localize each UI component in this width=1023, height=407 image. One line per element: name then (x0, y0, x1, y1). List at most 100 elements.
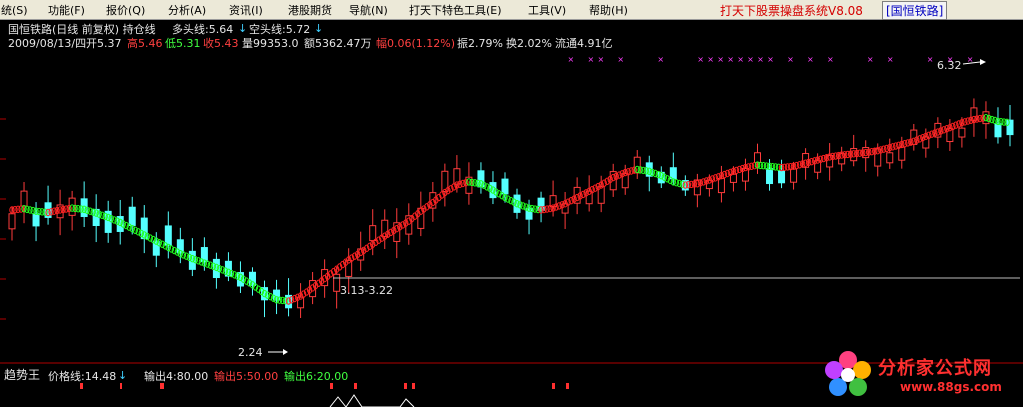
subpanel-out4: 输出4:80.00 (144, 370, 209, 383)
candle-body (369, 225, 377, 242)
candle-body (958, 127, 966, 138)
holding-line-point (168, 245, 175, 253)
menu-help[interactable]: 帮助(H) (589, 2, 628, 18)
header-volume: 量99353.0 (242, 37, 299, 50)
holding-line-point (484, 183, 490, 191)
menu-analysis[interactable]: 分析(A) (168, 2, 206, 18)
app-title: 打天下股票操盘系统V8.08 (720, 4, 863, 18)
menu-navigate[interactable]: 导航(N) (349, 2, 388, 18)
header-high: 高5.46 (127, 37, 163, 50)
header-amplitude: 振2.79% (457, 37, 503, 50)
menu-function[interactable]: 功能(F) (48, 2, 85, 18)
signal-bar (80, 383, 83, 389)
holding-line-point (147, 234, 153, 242)
signal-mark: × (867, 55, 874, 64)
holding-line-point (721, 170, 728, 179)
holding-line-point (159, 240, 166, 249)
signal-bar (160, 383, 164, 389)
header-open: 开5.37 (86, 37, 122, 50)
holding-line-point (219, 266, 226, 274)
price-down-arrow-icon: ↓ (118, 369, 128, 382)
candle-body (994, 123, 1002, 138)
header-kong-line: 空头线:5.72 (249, 23, 311, 36)
signal-marks: × × × × × × × × × × × × × × × × × × × × × (568, 55, 974, 64)
holding-line-point (568, 196, 574, 205)
low-price-label: 2.24 (238, 346, 263, 359)
signal-mark: × (617, 55, 624, 64)
menu-info[interactable]: 资讯(I) (229, 2, 263, 18)
subpanel-name: 趋势王 (4, 368, 41, 382)
holding-line-point (231, 271, 238, 279)
header-change: 幅0.06(1.12%) (376, 37, 456, 50)
signal-mark: × (737, 55, 744, 64)
holding-line-point (520, 202, 526, 210)
candle-body (790, 168, 798, 183)
duo-down-arrow-icon: ↓ (238, 22, 248, 35)
flower-logo-icon (825, 351, 871, 396)
holding-line-point (956, 120, 962, 128)
holding-line-point (508, 196, 514, 205)
site-logo: 分析家公式网 www.88gs.com (822, 348, 1012, 402)
holding-line-point (917, 135, 923, 143)
stock-tag: [国恒铁路] (882, 1, 948, 20)
range-label: 3.13-3.22 (340, 284, 393, 297)
signal-mark: × (807, 55, 814, 64)
holding-line-point (132, 226, 138, 234)
header-turnover: 换2.02% (506, 37, 552, 50)
signal-mark: × (568, 55, 575, 64)
holding-line-point (99, 211, 105, 220)
holding-line (9, 113, 1010, 305)
header-name: 国恒铁路(日线 前复权) 持仓线 (8, 23, 156, 36)
candle-body (128, 206, 136, 226)
candle-body (1006, 119, 1014, 136)
signal-mark: × (927, 55, 934, 64)
logo-url: www.88gs.com (900, 380, 1002, 394)
candle-body (753, 152, 761, 164)
high-arrow-head (980, 59, 986, 65)
candle-body (20, 190, 28, 207)
candle-body (898, 146, 906, 161)
signal-bar (552, 383, 555, 389)
kong-down-arrow-icon: ↓ (314, 22, 324, 35)
header-low: 低5.31 (165, 37, 201, 50)
menu-bar: 统(S) 功能(F) 报价(Q) 分析(A) 资讯(I) 港股期货 导航(N) … (0, 0, 1023, 20)
candle-body (886, 152, 894, 164)
menu-hk-futures[interactable]: 港股期货 (288, 2, 332, 18)
signal-bar (354, 383, 357, 389)
header-date: 2009/08/13/四 (8, 37, 87, 50)
sub-panel-bars (80, 383, 569, 407)
holding-line-point (171, 246, 178, 255)
candle-body (766, 168, 774, 185)
holding-line-point (929, 130, 935, 138)
menu-tools[interactable]: 工具(V) (528, 2, 566, 18)
signal-bar (330, 383, 333, 389)
subpanel-out5: 输出5:50.00 (214, 370, 279, 383)
candle-body (441, 170, 449, 193)
signal-mark: × (757, 55, 764, 64)
holding-line-point (556, 202, 562, 210)
header-close: 收5.43 (203, 37, 239, 50)
signal-bar (404, 383, 407, 389)
holding-line-point (664, 175, 671, 183)
menu-system[interactable]: 统(S) (1, 2, 28, 18)
signal-bar (120, 383, 122, 389)
signal-mark: × (727, 55, 734, 64)
signal-bar (412, 383, 415, 389)
signal-mark: × (587, 55, 594, 64)
holding-line-point (291, 294, 298, 303)
menu-quote[interactable]: 报价(Q) (106, 2, 145, 18)
signal-mark: × (787, 55, 794, 64)
signal-mark: × (767, 55, 774, 64)
header-amount: 额5362.47万 (304, 37, 372, 50)
holding-line-point (123, 221, 129, 230)
holding-line-point (953, 121, 959, 129)
signal-bar (566, 383, 569, 389)
holding-line-point (652, 169, 658, 178)
candle-body (8, 213, 16, 230)
holding-line-point (724, 169, 731, 178)
chart-grid (0, 118, 6, 320)
signal-mark: × (827, 55, 834, 64)
menu-tools-special[interactable]: 打天下特色工具(E) (409, 2, 502, 18)
candlesticks (8, 98, 1014, 318)
header-float: 流通4.91亿 (555, 37, 613, 50)
